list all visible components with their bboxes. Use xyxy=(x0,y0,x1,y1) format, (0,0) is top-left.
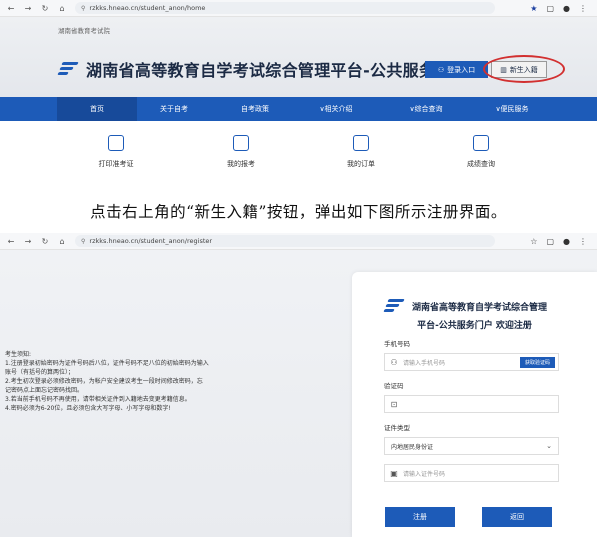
quick-label: 我的订单 xyxy=(347,160,375,168)
address-text: rzkks.hneao.cn/student_anon/register xyxy=(89,237,213,245)
user-icon: ⚇ xyxy=(437,65,445,74)
login-button[interactable]: ⚇ 登录入口 xyxy=(425,61,488,78)
quick-my-exams[interactable]: 我的报考 xyxy=(201,135,281,169)
id-type-label: 证件类型 xyxy=(384,424,410,432)
forward-icon[interactable]: → xyxy=(23,4,33,13)
logo-icon xyxy=(383,297,406,315)
notice-line: 1.注册登录初始密码为证件号码后八位，证件号码不足八位的初始密码为输入 xyxy=(5,360,209,367)
sidepanel-icon[interactable]: ▢ xyxy=(546,237,554,246)
site-info-icon[interactable]: ⚲ xyxy=(81,5,85,12)
quick-label: 我的报考 xyxy=(227,160,255,168)
browser-toolbar-top: ← → ↻ ⌂ ⚲ rzkks.hneao.cn/student_anon/ho… xyxy=(0,0,597,17)
org-name: 湖南省教育考试院 xyxy=(58,27,110,35)
quick-print-ticket[interactable]: 打印准考证 xyxy=(76,135,156,169)
home-icon[interactable]: ⌂ xyxy=(57,237,67,246)
id-number-input[interactable]: ▣ 请输入证件号码 xyxy=(384,464,559,482)
menu-icon[interactable]: ⋮ xyxy=(579,237,587,246)
bookmark-star-icon[interactable]: ★ xyxy=(530,4,537,13)
address-bar[interactable]: ⚲ rzkks.hneao.cn/student_anon/register xyxy=(75,235,495,247)
panel-title-line2: 平台-公共服务门户 欢迎注册 xyxy=(417,321,532,331)
address-text: rzkks.hneao.cn/student_anon/home xyxy=(89,4,206,12)
nav-intro[interactable]: ∨相关介绍 xyxy=(296,97,376,121)
menu-icon[interactable]: ⋮ xyxy=(579,4,587,13)
site-info-icon[interactable]: ⚲ xyxy=(81,238,85,245)
site-title: 湖南省高等教育自学考试综合管理平台-公共服务门户 xyxy=(86,61,468,80)
register-page: 考生须知: 1.注册登录初始密码为证件号码后八位，证件号码不足八位的初始密码为输… xyxy=(0,250,597,537)
register-panel: 湖南省高等教育自学考试综合管理 平台-公共服务门户 欢迎注册 手机号码 ⚇ 请输… xyxy=(352,272,597,537)
id-card-icon: ▣ xyxy=(390,468,398,478)
site-logo[interactable]: 湖南省高等教育自学考试综合管理平台-公共服务门户 xyxy=(57,57,468,81)
panel-title-line1: 湖南省高等教育自学考试综合管理 xyxy=(412,302,548,313)
quick-my-orders[interactable]: 我的订单 xyxy=(321,135,401,169)
score-icon xyxy=(473,135,489,151)
id-type-value: 内地居民身份证 xyxy=(391,443,434,451)
notice-line: 账号（有括号的算两位）； xyxy=(5,369,75,376)
panel-logo: 湖南省高等教育自学考试综合管理 xyxy=(383,297,548,315)
reload-icon[interactable]: ↻ xyxy=(40,237,50,246)
phone-input[interactable]: ⚇ 请输入手机号码 获取验证码 xyxy=(384,353,559,371)
notice-line: 记密码点上面忘记密码找回。 xyxy=(5,387,84,394)
back-icon[interactable]: ← xyxy=(6,237,16,246)
quick-scores[interactable]: 成绩查询 xyxy=(441,135,521,169)
id-type-select[interactable]: 内地居民身份证 ⌄ xyxy=(384,437,559,455)
browser-actions: ★ ▢ ● ⋮ xyxy=(530,4,597,13)
user-icon: ⚇ xyxy=(390,357,398,367)
profile-icon[interactable]: ● xyxy=(563,237,570,246)
phone-label: 手机号码 xyxy=(384,340,410,348)
nav-service[interactable]: ∨便民服务 xyxy=(472,97,552,121)
bookmark-star-icon[interactable]: ☆ xyxy=(530,237,537,246)
notice-line: 3.若当前手机号码不再使用，请带相关证件到入籍地去变更考籍信息。 xyxy=(5,396,191,403)
login-label: 登录入口 xyxy=(447,65,476,74)
quick-label: 打印准考证 xyxy=(98,160,134,168)
lock-icon: ⊡ xyxy=(390,399,398,409)
register-button[interactable]: 注册 xyxy=(385,507,455,527)
phone-placeholder: 请输入手机号码 xyxy=(403,359,446,367)
nav-home[interactable]: 首页 xyxy=(57,97,137,121)
notice-title: 考生须知: xyxy=(5,351,32,358)
notice-line: 2.考生初次登录必须修改密码，为帐户安全建议考生一段时间修改密码，忘 xyxy=(5,378,203,385)
address-bar[interactable]: ⚲ rzkks.hneao.cn/student_anon/home xyxy=(75,2,495,14)
sidepanel-icon[interactable]: ▢ xyxy=(546,4,554,13)
code-input[interactable]: ⊡ xyxy=(384,395,559,413)
browser-nav: ← → ↻ ⌂ xyxy=(0,4,67,13)
chevron-down-icon: ⌄ xyxy=(546,442,552,450)
nav-policy[interactable]: 自考政策 xyxy=(215,97,295,121)
reload-icon[interactable]: ↻ xyxy=(40,4,50,13)
main-nav: 首页 关于自考 自考政策 ∨相关介绍 ∨综合查询 ∨便民服务 xyxy=(0,97,597,121)
nav-query[interactable]: ∨综合查询 xyxy=(386,97,466,121)
highlight-circle xyxy=(483,55,565,83)
print-ticket-icon xyxy=(108,135,124,151)
back-icon[interactable]: ← xyxy=(6,4,16,13)
back-button[interactable]: 返回 xyxy=(482,507,552,527)
nav-about[interactable]: 关于自考 xyxy=(134,97,214,121)
profile-icon[interactable]: ● xyxy=(563,4,570,13)
browser-toolbar-bottom: ← → ↻ ⌂ ⚲ rzkks.hneao.cn/student_anon/re… xyxy=(0,233,597,250)
home-icon[interactable]: ⌂ xyxy=(57,4,67,13)
quick-label: 成绩查询 xyxy=(467,160,495,168)
notice-line: 4.密码必须为6-20位，且必须包含大写字母、小写字母和数字! xyxy=(5,405,171,412)
browser-nav: ← → ↻ ⌂ xyxy=(0,237,67,246)
id-placeholder: 请输入证件号码 xyxy=(403,470,446,478)
browser-actions: ☆ ▢ ● ⋮ xyxy=(530,237,597,246)
forward-icon[interactable]: → xyxy=(23,237,33,246)
instruction-caption: 点击右上角的“新生入籍”按钮，弹出如下图所示注册界面。 xyxy=(90,203,507,221)
quick-links: 打印准考证 我的报考 我的订单 成绩查询 xyxy=(0,121,597,189)
code-label: 验证码 xyxy=(384,382,404,390)
get-code-button[interactable]: 获取验证码 xyxy=(519,357,555,368)
exam-icon xyxy=(233,135,249,151)
logo-icon xyxy=(57,60,80,78)
order-icon xyxy=(353,135,369,151)
screenshot-root: ← → ↻ ⌂ ⚲ rzkks.hneao.cn/student_anon/ho… xyxy=(0,0,597,537)
notice-block: 考生须知: 1.注册登录初始密码为证件号码后八位，证件号码不足八位的初始密码为输… xyxy=(5,350,250,413)
home-header: 湖南省教育考试院 湖南省高等教育自学考试综合管理平台-公共服务门户 ⚇ 登录入口… xyxy=(0,17,597,97)
